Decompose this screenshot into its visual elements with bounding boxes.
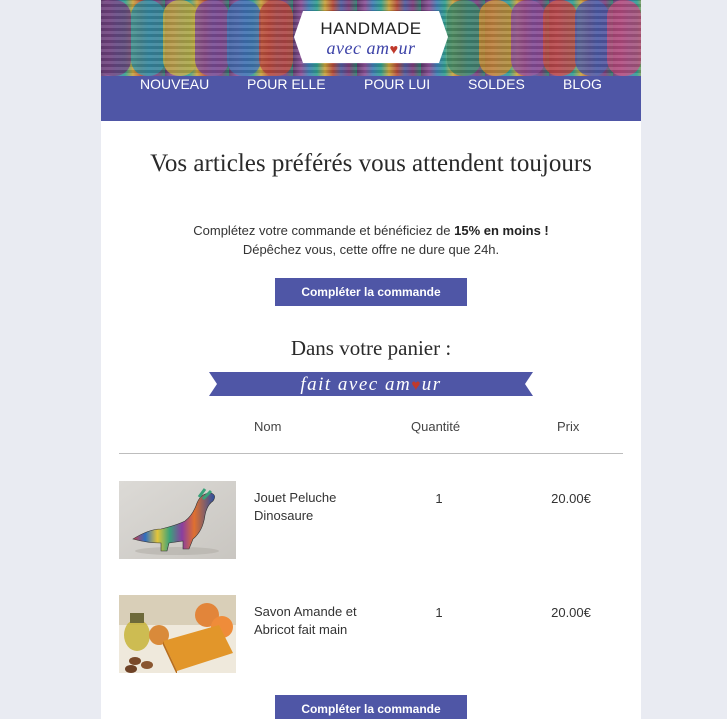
- product-quantity: 1: [435, 491, 443, 506]
- logo-tagline: avec am♥ur: [303, 38, 439, 65]
- nav-item-nouveau[interactable]: NOUVEAU: [140, 76, 209, 121]
- nav-item-pour-lui[interactable]: POUR LUI: [364, 76, 430, 121]
- cart-title: Dans votre panier :: [290, 336, 452, 360]
- column-header-quantity: Quantité: [411, 419, 461, 434]
- email-container: HANDMADE avec am♥ur NOUVEAU POUR ELLE PO…: [101, 0, 641, 719]
- product-price: 20.00€: [551, 491, 591, 506]
- product-image-soap[interactable]: [119, 595, 236, 673]
- main-nav: NOUVEAU POUR ELLE POUR LUI SOLDES BLOG: [101, 76, 641, 121]
- complete-order-button-bottom[interactable]: Compléter la commande: [275, 695, 467, 719]
- page-title: Vos articles préférés vous attendent tou…: [150, 150, 592, 177]
- product-image-dinosaur[interactable]: [119, 481, 236, 559]
- ribbon-text: fait avec am♥ur: [300, 374, 441, 395]
- ribbon-banner: fait avec am♥ur: [209, 372, 533, 396]
- logo-tagline-svg: avec am♥ur: [326, 38, 416, 58]
- product-name[interactable]: Jouet Peluche Dinosaure: [254, 489, 369, 525]
- discount-highlight: 15% en moins !: [454, 223, 549, 238]
- intro-text: Complétez votre commande et bénéficiez d…: [121, 221, 621, 259]
- nav-item-soldes[interactable]: SOLDES: [468, 76, 525, 121]
- column-header-name: Nom: [254, 419, 282, 434]
- product-quantity: 1: [435, 605, 443, 620]
- column-header-price: Prix: [557, 419, 580, 434]
- table-divider: [119, 453, 623, 454]
- product-name[interactable]: Savon Amande et Abricot fait main: [254, 603, 369, 639]
- complete-order-button-top[interactable]: Compléter la commande: [275, 278, 467, 306]
- product-price: 20.00€: [551, 605, 591, 620]
- nav-item-blog[interactable]: BLOG: [563, 76, 602, 121]
- intro-line2: Dépêchez vous, cette offre ne dure que 2…: [242, 242, 500, 257]
- intro-line1: Complétez votre commande et bénéficiez d…: [193, 223, 455, 238]
- logo-tagline-text: avec am♥ur: [326, 38, 416, 58]
- logo-wordmark: HANDMADE: [320, 19, 422, 38]
- logo[interactable]: HANDMADE avec am♥ur: [294, 11, 448, 65]
- header-banner: HANDMADE avec am♥ur: [101, 0, 641, 76]
- nav-item-pour-elle[interactable]: POUR ELLE: [247, 76, 326, 121]
